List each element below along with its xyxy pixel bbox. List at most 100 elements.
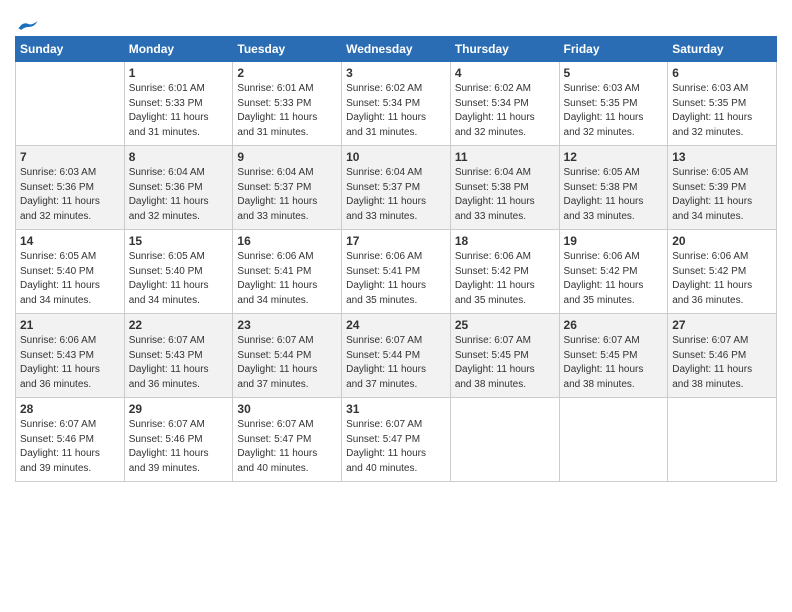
week-row-5: 28 Sunrise: 6:07 AMSunset: 5:46 PMDayligh…	[16, 398, 777, 482]
day-number: 13	[672, 150, 772, 164]
calendar-cell: 20Sunrise: 6:06 AMSunset: 5:42 PMDayligh…	[668, 230, 777, 314]
day-number: 6	[672, 66, 772, 80]
calendar-cell: 24 Sunrise: 6:07 AMSunset: 5:44 PMDayligh…	[342, 314, 451, 398]
day-info: Sunrise: 6:07 AMSunset: 5:46 PMDaylight:…	[20, 418, 120, 476]
week-row-3: 14Sunrise: 6:05 AMSunset: 5:40 PMDayligh…	[16, 230, 777, 314]
calendar-cell: 21 Sunrise: 6:06 AMSunset: 5:43 PMDayligh…	[16, 314, 125, 398]
calendar-cell: 13 Sunrise: 6:05 AMSunset: 5:39 PMDayligh…	[668, 146, 777, 230]
header-cell-sunday: Sunday	[16, 37, 125, 62]
day-number: 27	[672, 318, 772, 332]
day-number: 9	[237, 150, 337, 164]
calendar-cell	[16, 62, 125, 146]
day-number: 17	[346, 234, 446, 248]
day-info: Sunrise: 6:06 AMSunset: 5:43 PMDaylight:…	[20, 334, 120, 392]
day-info: Sunrise: 6:02 AMSunset: 5:34 PMDaylight:…	[346, 82, 446, 140]
day-number: 24	[346, 318, 446, 332]
header-cell-friday: Friday	[559, 37, 668, 62]
day-info: Sunrise: 6:07 AMSunset: 5:44 PMDaylight:…	[346, 334, 446, 392]
day-number: 21	[20, 318, 120, 332]
day-info: Sunrise: 6:01 AMSunset: 5:33 PMDaylight:…	[237, 82, 337, 140]
day-info: Sunrise: 6:04 AMSunset: 5:38 PMDaylight:…	[455, 166, 555, 224]
calendar-cell: 18 Sunrise: 6:06 AMSunset: 5:42 PMDayligh…	[450, 230, 559, 314]
calendar-cell: 19 Sunrise: 6:06 AMSunset: 5:42 PMDayligh…	[559, 230, 668, 314]
day-number: 15	[129, 234, 229, 248]
calendar-cell: 31 Sunrise: 6:07 AMSunset: 5:47 PMDayligh…	[342, 398, 451, 482]
logo	[15, 18, 39, 32]
day-number: 20	[672, 234, 772, 248]
day-info: Sunrise: 6:06 AMSunset: 5:42 PMDaylight:…	[564, 250, 664, 308]
day-number: 4	[455, 66, 555, 80]
page-header	[15, 10, 777, 32]
calendar-cell: 3 Sunrise: 6:02 AMSunset: 5:34 PMDaylight…	[342, 62, 451, 146]
day-info: Sunrise: 6:05 AMSunset: 5:40 PMDaylight:…	[20, 250, 120, 308]
day-info: Sunrise: 6:03 AMSunset: 5:35 PMDaylight:…	[564, 82, 664, 140]
calendar-cell	[559, 398, 668, 482]
day-number: 11	[455, 150, 555, 164]
day-number: 19	[564, 234, 664, 248]
day-number: 29	[129, 402, 229, 416]
logo-bird-icon	[17, 18, 39, 36]
calendar-cell: 17 Sunrise: 6:06 AMSunset: 5:41 PMDayligh…	[342, 230, 451, 314]
day-info: Sunrise: 6:05 AMSunset: 5:40 PMDaylight:…	[129, 250, 229, 308]
day-info: Sunrise: 6:01 AMSunset: 5:33 PMDaylight:…	[129, 82, 229, 140]
calendar-cell: 16 Sunrise: 6:06 AMSunset: 5:41 PMDayligh…	[233, 230, 342, 314]
day-info: Sunrise: 6:06 AMSunset: 5:41 PMDaylight:…	[237, 250, 337, 308]
day-number: 25	[455, 318, 555, 332]
day-number: 31	[346, 402, 446, 416]
calendar-body: 1 Sunrise: 6:01 AMSunset: 5:33 PMDaylight…	[16, 62, 777, 482]
calendar-cell: 11 Sunrise: 6:04 AMSunset: 5:38 PMDayligh…	[450, 146, 559, 230]
day-info: Sunrise: 6:07 AMSunset: 5:47 PMDaylight:…	[237, 418, 337, 476]
day-info: Sunrise: 6:05 AMSunset: 5:38 PMDaylight:…	[564, 166, 664, 224]
calendar-cell: 22 Sunrise: 6:07 AMSunset: 5:43 PMDayligh…	[124, 314, 233, 398]
day-info: Sunrise: 6:03 AMSunset: 5:35 PMDaylight:…	[672, 82, 772, 140]
day-info: Sunrise: 6:04 AMSunset: 5:37 PMDaylight:…	[237, 166, 337, 224]
day-info: Sunrise: 6:07 AMSunset: 5:44 PMDaylight:…	[237, 334, 337, 392]
day-number: 16	[237, 234, 337, 248]
header-cell-thursday: Thursday	[450, 37, 559, 62]
day-info: Sunrise: 6:06 AMSunset: 5:42 PMDaylight:…	[455, 250, 555, 308]
calendar-cell: 29Sunrise: 6:07 AMSunset: 5:46 PMDayligh…	[124, 398, 233, 482]
day-number: 18	[455, 234, 555, 248]
day-number: 8	[129, 150, 229, 164]
calendar-header: SundayMondayTuesdayWednesdayThursdayFrid…	[16, 37, 777, 62]
calendar-cell: 23 Sunrise: 6:07 AMSunset: 5:44 PMDayligh…	[233, 314, 342, 398]
calendar-cell: 7 Sunrise: 6:03 AMSunset: 5:36 PMDaylight…	[16, 146, 125, 230]
day-number: 5	[564, 66, 664, 80]
calendar-cell: 15 Sunrise: 6:05 AMSunset: 5:40 PMDayligh…	[124, 230, 233, 314]
day-number: 3	[346, 66, 446, 80]
day-info: Sunrise: 6:06 AMSunset: 5:41 PMDaylight:…	[346, 250, 446, 308]
week-row-4: 21 Sunrise: 6:06 AMSunset: 5:43 PMDayligh…	[16, 314, 777, 398]
day-number: 1	[129, 66, 229, 80]
day-info: Sunrise: 6:05 AMSunset: 5:39 PMDaylight:…	[672, 166, 772, 224]
calendar-cell: 1 Sunrise: 6:01 AMSunset: 5:33 PMDaylight…	[124, 62, 233, 146]
header-row: SundayMondayTuesdayWednesdayThursdayFrid…	[16, 37, 777, 62]
calendar-cell: 28 Sunrise: 6:07 AMSunset: 5:46 PMDayligh…	[16, 398, 125, 482]
day-number: 7	[20, 150, 120, 164]
day-number: 2	[237, 66, 337, 80]
calendar-cell: 26Sunrise: 6:07 AMSunset: 5:45 PMDayligh…	[559, 314, 668, 398]
calendar-cell: 30Sunrise: 6:07 AMSunset: 5:47 PMDayligh…	[233, 398, 342, 482]
calendar-cell: 6 Sunrise: 6:03 AMSunset: 5:35 PMDaylight…	[668, 62, 777, 146]
calendar-cell	[668, 398, 777, 482]
day-info: Sunrise: 6:07 AMSunset: 5:45 PMDaylight:…	[455, 334, 555, 392]
day-number: 28	[20, 402, 120, 416]
day-number: 10	[346, 150, 446, 164]
day-info: Sunrise: 6:07 AMSunset: 5:46 PMDaylight:…	[672, 334, 772, 392]
header-cell-saturday: Saturday	[668, 37, 777, 62]
calendar-cell: 10Sunrise: 6:04 AMSunset: 5:37 PMDayligh…	[342, 146, 451, 230]
header-cell-monday: Monday	[124, 37, 233, 62]
week-row-1: 1 Sunrise: 6:01 AMSunset: 5:33 PMDaylight…	[16, 62, 777, 146]
day-number: 23	[237, 318, 337, 332]
header-cell-wednesday: Wednesday	[342, 37, 451, 62]
calendar-table: SundayMondayTuesdayWednesdayThursdayFrid…	[15, 36, 777, 482]
calendar-cell: 14Sunrise: 6:05 AMSunset: 5:40 PMDayligh…	[16, 230, 125, 314]
calendar-cell: 8 Sunrise: 6:04 AMSunset: 5:36 PMDaylight…	[124, 146, 233, 230]
day-info: Sunrise: 6:07 AMSunset: 5:47 PMDaylight:…	[346, 418, 446, 476]
calendar-cell: 27 Sunrise: 6:07 AMSunset: 5:46 PMDayligh…	[668, 314, 777, 398]
day-info: Sunrise: 6:07 AMSunset: 5:45 PMDaylight:…	[564, 334, 664, 392]
day-number: 22	[129, 318, 229, 332]
day-info: Sunrise: 6:02 AMSunset: 5:34 PMDaylight:…	[455, 82, 555, 140]
day-info: Sunrise: 6:07 AMSunset: 5:43 PMDaylight:…	[129, 334, 229, 392]
day-info: Sunrise: 6:03 AMSunset: 5:36 PMDaylight:…	[20, 166, 120, 224]
day-info: Sunrise: 6:04 AMSunset: 5:36 PMDaylight:…	[129, 166, 229, 224]
